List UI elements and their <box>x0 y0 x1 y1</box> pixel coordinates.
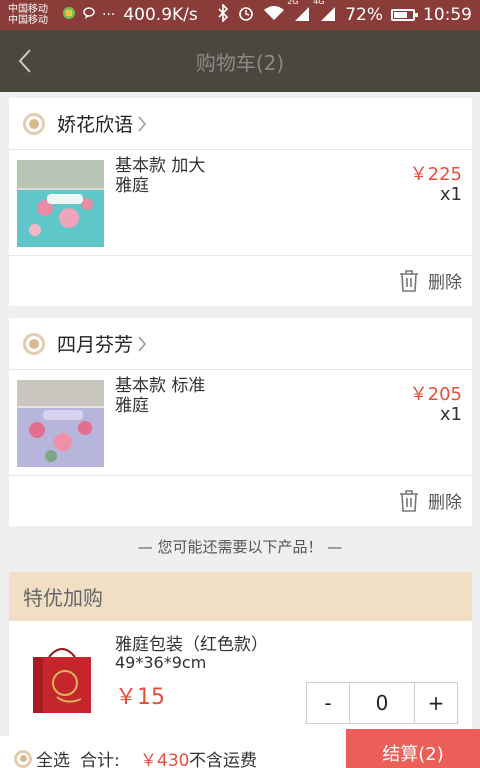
product-thumbnail[interactable] <box>17 160 104 247</box>
product-thumbnail[interactable] <box>17 380 104 467</box>
sim-icon <box>62 6 76 24</box>
shop-name[interactable]: 娇花欣语 <box>57 110 133 137</box>
delete-button[interactable]: 删除 <box>398 488 462 513</box>
item-actions: 删除 <box>9 476 472 526</box>
signal-2g-label: 2G <box>287 0 299 6</box>
decrement-button[interactable]: - <box>307 683 349 723</box>
promo-title: 雅庭包装（红色款） <box>115 635 268 655</box>
total-label: 合计: <box>80 751 120 768</box>
suggestion-divider: — 您可能还需要以下产品！ — <box>137 538 343 556</box>
promo-item: 雅庭包装（红色款） 49*36*9cm ￥15 - 0 + <box>9 621 472 736</box>
status-left-icons: ··· <box>62 6 115 24</box>
promo-header: 特优加购 <box>9 572 472 621</box>
promo-price: ￥15 <box>115 685 165 710</box>
shop-card: 娇花欣语 基本款 加大 雅庭 ￥225 x1 删除 <box>9 98 472 306</box>
promo-size: 49*36*9cm <box>115 653 207 672</box>
delete-button[interactable]: 删除 <box>398 268 462 293</box>
net-speed: 400.9K/s <box>123 5 198 25</box>
bottom-bar: 全选 合计: ￥430 不含运费 结算(2) <box>0 729 480 768</box>
shop-name[interactable]: 四月芬芳 <box>57 330 133 357</box>
increment-button[interactable]: + <box>415 683 457 723</box>
select-all-label[interactable]: 全选 <box>36 746 70 768</box>
item-brand: 雅庭 <box>115 176 149 196</box>
chevron-left-icon <box>18 49 31 73</box>
radio-selected-icon[interactable] <box>14 749 32 768</box>
page-title: 购物车(2) <box>195 50 285 75</box>
item-quantity: x1 <box>439 404 462 425</box>
item-actions: 删除 <box>9 256 472 306</box>
signal-2g-icon: 2G <box>287 0 311 26</box>
back-button[interactable] <box>10 44 40 78</box>
item-title: 基本款 加大 <box>115 156 206 176</box>
clock: 10:59 <box>423 5 472 25</box>
signal-4g-icon: 4G <box>313 0 337 26</box>
signal-4g-label: 4G <box>313 0 325 6</box>
item-price: ￥205 <box>409 384 462 405</box>
shipping-note: 不含运费 <box>189 751 257 768</box>
select-all-toggle[interactable]: 全选 <box>14 746 70 768</box>
total-amount: ￥430 <box>140 751 190 768</box>
cart-item[interactable]: 基本款 加大 雅庭 ￥225 x1 <box>9 150 472 256</box>
item-title: 基本款 标准 <box>115 376 206 396</box>
shop-header[interactable]: 四月芬芳 <box>9 318 472 370</box>
delete-label: 删除 <box>428 493 462 513</box>
bluetooth-icon <box>217 2 229 27</box>
chevron-right-icon <box>138 336 147 351</box>
shop-header[interactable]: 娇花欣语 <box>9 98 472 150</box>
more-icon: ··· <box>102 7 116 23</box>
quantity-stepper: - 0 + <box>306 682 458 724</box>
cart-item[interactable]: 基本款 标准 雅庭 ￥205 x1 <box>9 370 472 476</box>
shop-card: 四月芬芳 基本款 标准 雅庭 ￥205 x1 删除 <box>9 318 472 526</box>
alarm-icon <box>237 4 255 27</box>
carrier-labels: 中国移动 中国移动 <box>8 4 56 26</box>
item-price: ￥225 <box>409 164 462 185</box>
delete-label: 删除 <box>428 273 462 293</box>
trash-icon <box>400 489 418 512</box>
radio-selected-icon[interactable] <box>23 332 45 355</box>
battery-icon <box>391 9 418 21</box>
item-quantity: x1 <box>439 184 462 205</box>
trash-icon <box>400 269 418 292</box>
navbar: 购物车(2) <box>0 30 480 92</box>
battery-percent: 72% <box>345 5 383 25</box>
carrier-2: 中国移动 <box>8 15 48 26</box>
checkout-button[interactable]: 结算(2) <box>346 729 480 768</box>
radio-selected-icon[interactable] <box>23 112 45 135</box>
quantity-value[interactable]: 0 <box>349 683 415 723</box>
chevron-right-icon <box>138 116 147 131</box>
message-icon <box>82 6 96 24</box>
wifi-icon <box>263 5 285 26</box>
item-brand: 雅庭 <box>115 396 149 416</box>
carrier-1: 中国移动 <box>8 4 48 15</box>
gift-bag-image[interactable] <box>27 643 97 715</box>
status-bar: 中国移动 中国移动 ··· 400.9K/s 2G 4G 72% 10:59 <box>0 0 480 30</box>
status-right-icons: 2G 4G 72% 10:59 <box>217 0 472 27</box>
